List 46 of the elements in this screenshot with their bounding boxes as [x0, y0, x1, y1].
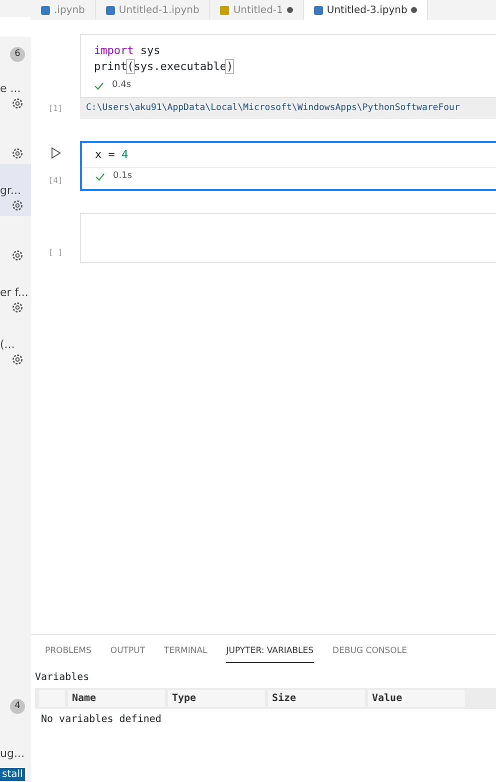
panel-tab[interactable]: TERMINAL	[164, 641, 208, 663]
run-time: 0.1s	[113, 170, 132, 183]
run-time: 0.4s	[112, 79, 132, 92]
notebook-icon	[314, 6, 323, 14]
code-line: print(sys.executable)	[94, 59, 234, 75]
code-line: x = 4	[95, 147, 130, 163]
install-button[interactable]: stall	[0, 768, 25, 781]
panel-tab[interactable]: DEBUG CONSOLE	[332, 641, 407, 663]
execution-count: [ ]	[48, 247, 63, 259]
empty-message: No variables defined	[40, 712, 162, 727]
code-line: import sys	[94, 43, 162, 59]
panel-title: Variables	[35, 670, 90, 685]
braces-icon	[220, 6, 230, 14]
code-cell[interactable]: x = 4 0.1s	[80, 141, 496, 191]
editor-tab[interactable]: Untitled-3.ipynb	[304, 0, 428, 20]
panel-tab[interactable]: OUTPUT	[110, 641, 146, 663]
extension-name[interactable]: gr...	[0, 182, 21, 199]
settings-icon	[11, 97, 24, 110]
notebook-icon	[106, 6, 115, 14]
settings-icon	[11, 301, 24, 314]
notebook-icon	[41, 6, 50, 14]
extension-name[interactable]: (...	[0, 336, 15, 353]
extension-name[interactable]: er f...	[0, 284, 28, 301]
extension-name[interactable]: e ...	[0, 80, 21, 97]
settings-icon	[11, 199, 24, 212]
execution-count: [1]	[48, 103, 63, 115]
column-header: Type	[168, 690, 265, 707]
column-header: Name	[68, 690, 165, 707]
settings-icon	[11, 353, 24, 366]
check-icon	[94, 82, 104, 90]
settings-icon	[11, 147, 24, 160]
column-header: Value	[368, 690, 465, 707]
count-badge: 4	[10, 699, 25, 714]
panel-tab[interactable]: PROBLEMS	[45, 641, 92, 663]
count-badge: 6	[10, 47, 25, 62]
settings-icon	[11, 249, 24, 262]
cell-output: C:\Users\aku91\AppData\Local\Microsoft\WindowsApps\PythonSoftwareFour	[80, 98, 496, 119]
execution-count: [4]	[48, 175, 63, 187]
run-icon	[50, 147, 60, 159]
check-icon	[95, 172, 105, 181]
panel-tab[interactable]: JUPYTER: VARIABLES	[226, 641, 314, 663]
code-cell[interactable]	[80, 213, 496, 263]
extension-name[interactable]: ug...	[0, 746, 24, 762]
column-header: Size	[268, 690, 365, 707]
code-cell[interactable]: import sys print(sys.executable) 0.4s	[80, 34, 496, 98]
selected-list-item[interactable]: gr...	[0, 164, 31, 216]
